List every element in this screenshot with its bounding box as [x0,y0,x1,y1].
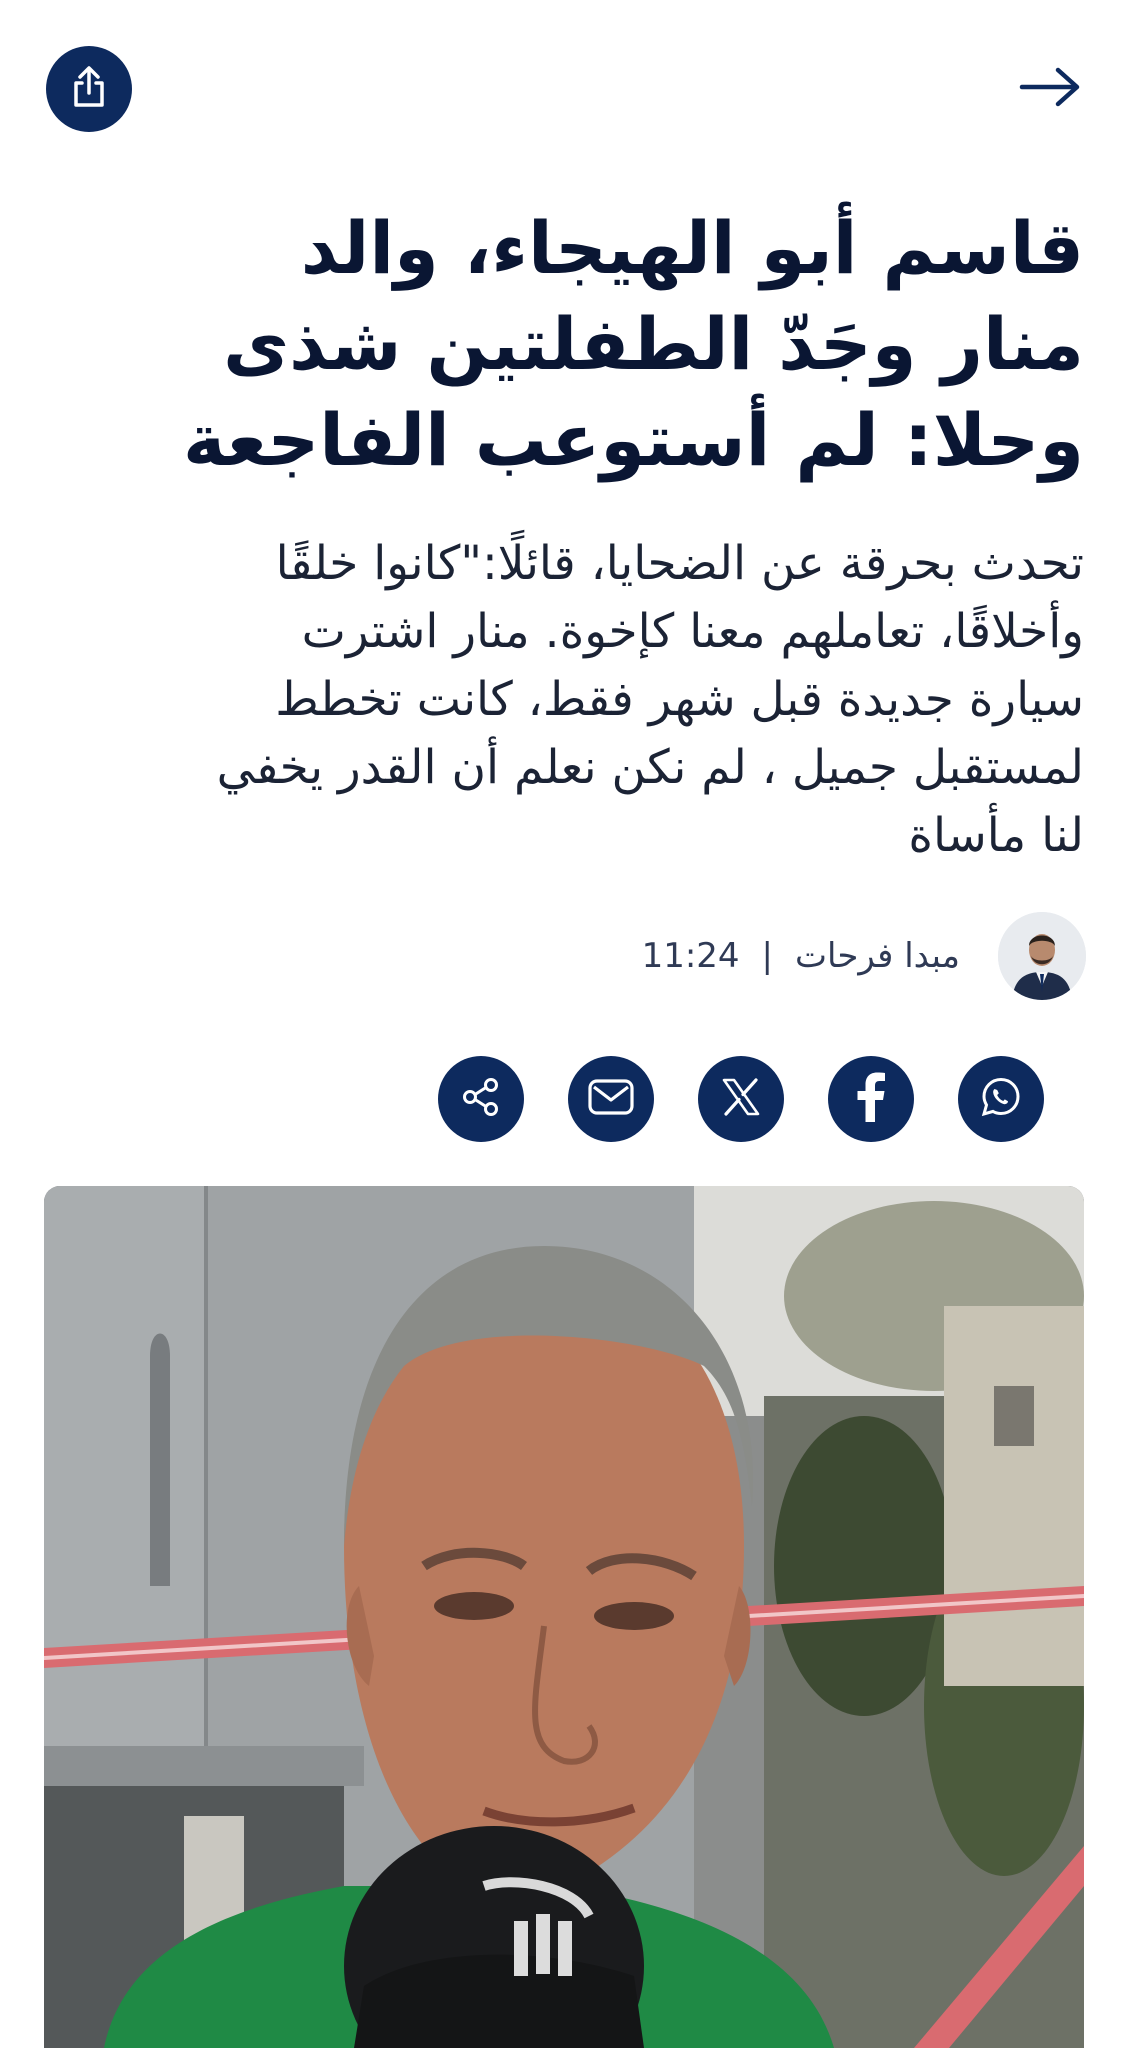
subtitle-line: سيارة جديدة قبل شهر فقط، كانت تخطط [275,672,1084,727]
subtitle-line: تحدث بحرقة عن الضحايا، قائلًا:"كانوا خلق… [275,536,1084,591]
share-button[interactable] [46,46,132,132]
facebook-icon [856,1072,886,1126]
facebook-share-button[interactable] [828,1056,914,1142]
author-name[interactable]: مبدا فرحات [795,936,960,976]
mail-icon [588,1079,634,1119]
article-meta: مبدا فرحات | 11:24 [600,908,1086,1004]
article-photo[interactable] [44,1186,1084,2048]
meta-separator: | [761,936,774,976]
arrow-right-icon [1018,65,1082,113]
whatsapp-share-button[interactable] [958,1056,1044,1142]
back-button[interactable] [1012,56,1088,122]
x-share-button[interactable] [698,1056,784,1142]
social-share-bar [438,1056,1044,1144]
x-twitter-icon [721,1077,761,1121]
article-headline: قاسم أبو الهيجاء، والد منار وجَدّ الطفلت… [44,200,1084,488]
author-avatar[interactable] [998,912,1086,1000]
share-nodes-button[interactable] [438,1056,524,1142]
whatsapp-icon [978,1074,1024,1124]
headline-line: وحلا: لم أستوعب الفاجعة [183,398,1084,482]
subtitle-line: لنا مأساة [908,808,1084,863]
headline-line: منار وجَدّ الطفلتين شذى [223,302,1084,386]
top-bar [0,0,1129,180]
subtitle-line: لمستقبل جميل ، لم نكن نعلم أن القدر يخفي [216,740,1084,795]
publish-time: 11:24 [641,936,740,976]
share-upload-icon [69,65,109,113]
email-share-button[interactable] [568,1056,654,1142]
share-nodes-icon [460,1076,502,1122]
article-subtitle: تحدث بحرقة عن الضحايا، قائلًا:"كانوا خلق… [44,530,1084,870]
headline-line: قاسم أبو الهيجاء، والد [300,206,1084,290]
subtitle-line: وأخلاقًا، تعاملهم معنا كإخوة. منار اشترت [301,604,1084,659]
